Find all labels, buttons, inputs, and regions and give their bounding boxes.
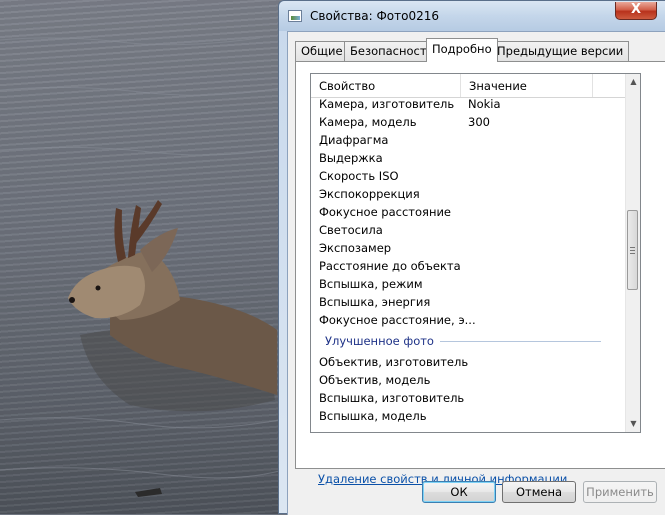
property-name: Вспышка, режим: [319, 277, 423, 291]
image-file-icon: [288, 10, 302, 22]
ok-button[interactable]: ОК: [422, 481, 496, 503]
property-name: Экспозамер: [319, 241, 392, 255]
list-item[interactable]: Вспышка, энергия: [311, 293, 627, 311]
scroll-down-arrow-icon[interactable]: ▼: [626, 416, 640, 432]
list-item[interactable]: Выдержка: [311, 149, 627, 167]
group-label: Улучшенное фото: [325, 330, 440, 352]
apply-button[interactable]: Применить: [583, 481, 657, 503]
property-name: Камера, модель: [319, 115, 417, 129]
property-name: Объектив, изготовитель: [319, 355, 469, 369]
list-item[interactable]: Вспышка, режим: [311, 275, 627, 293]
property-name: Фокусное расстояние, э...: [319, 313, 476, 327]
list-item[interactable]: Экспокоррекция: [311, 185, 627, 203]
property-value: Nokia: [468, 97, 501, 111]
properties-dialog: Свойства: Фото0216 X Общие Безопасность …: [278, 0, 665, 515]
property-name: Вспышка, изготовитель: [319, 391, 465, 405]
group-header-advanced-photo[interactable]: Улучшенное фото: [311, 329, 627, 353]
vertical-scrollbar[interactable]: ▲ ▼: [625, 74, 640, 432]
property-name: Фокусное расстояние: [319, 205, 452, 219]
list-item[interactable]: Вспышка, изготовитель: [311, 389, 627, 407]
property-name: Объектив, модель: [319, 373, 431, 387]
property-name: Выдержка: [319, 151, 383, 165]
close-button[interactable]: X: [615, 2, 657, 20]
list-rows: Камера, изготовитель Nokia Камера, модель…: [311, 95, 627, 425]
background-photo: [0, 0, 290, 514]
property-name: Диафрагма: [319, 133, 389, 147]
details-panel: Свойство Значение Камера, изготовитель No…: [295, 61, 665, 486]
list-item[interactable]: Объектив, изготовитель: [311, 353, 627, 371]
list-item[interactable]: Экспозамер: [311, 239, 627, 257]
list-item[interactable]: Фокусное расстояние: [311, 203, 627, 221]
property-name: Светосила: [319, 223, 383, 237]
property-name: Вспышка, энергия: [319, 295, 431, 309]
title-bar[interactable]: Свойства: Фото0216 X: [279, 1, 665, 31]
property-name: Расстояние до объекта: [319, 259, 461, 273]
column-header-property[interactable]: Свойство: [311, 74, 461, 97]
dialog-body: Общие Безопасность Подробно Предыдущие в…: [287, 31, 665, 515]
property-name: Экспокоррекция: [319, 187, 420, 201]
list-item[interactable]: Расстояние до объекта: [311, 257, 627, 275]
property-name: Вспышка, модель: [319, 409, 427, 423]
list-item[interactable]: Диафрагма: [311, 131, 627, 149]
tab-details[interactable]: Подробно: [426, 38, 498, 62]
list-item[interactable]: Светосила: [311, 221, 627, 239]
list-item[interactable]: Вспышка, модель: [311, 407, 627, 425]
window-title: Свойства: Фото0216: [310, 9, 440, 23]
list-item[interactable]: Объектив, модель: [311, 371, 627, 389]
property-name: Скорость ISO: [319, 169, 399, 183]
tab-general[interactable]: Общие: [295, 41, 349, 61]
list-item[interactable]: Скорость ISO: [311, 167, 627, 185]
list-item[interactable]: Камера, изготовитель Nokia: [311, 95, 627, 113]
tab-previous-versions[interactable]: Предыдущие версии: [491, 41, 630, 61]
scroll-up-arrow-icon[interactable]: ▲: [626, 74, 640, 90]
list-item[interactable]: Камера, модель 300: [311, 113, 627, 131]
grip-icon: [630, 247, 635, 254]
property-name: Камера, изготовитель: [319, 97, 455, 111]
list-item[interactable]: Фокусное расстояние, э...: [311, 311, 627, 329]
scrollbar-thumb[interactable]: [627, 210, 638, 290]
property-value: 300: [468, 115, 490, 129]
deer-image: [0, 37, 290, 497]
column-header-value[interactable]: Значение: [461, 74, 593, 97]
cancel-button[interactable]: Отмена: [502, 481, 576, 503]
properties-list[interactable]: Свойство Значение Камера, изготовитель No…: [310, 73, 641, 433]
